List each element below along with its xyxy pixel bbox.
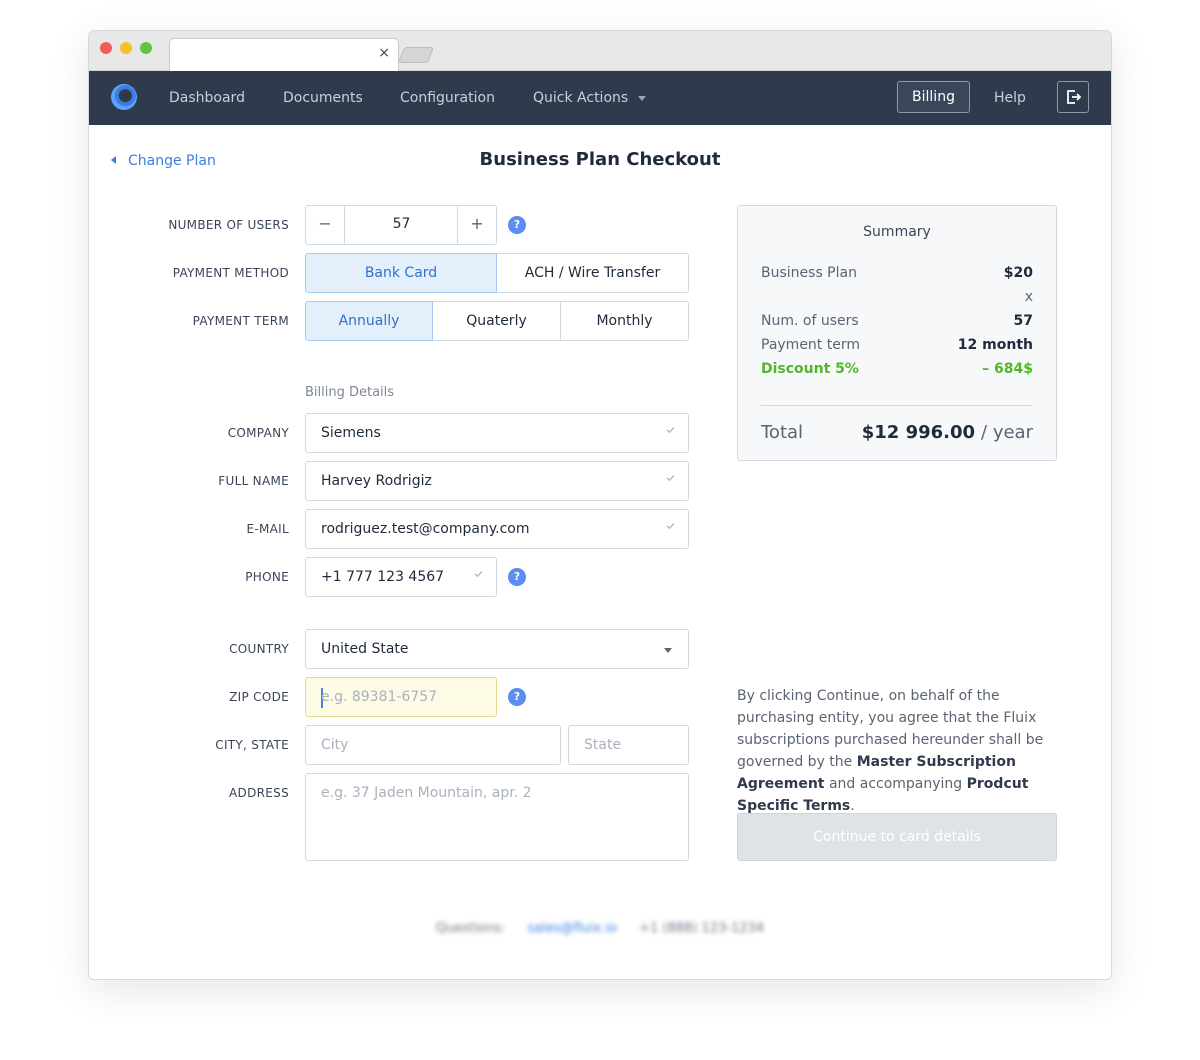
zip-help-icon[interactable]: ?	[508, 688, 526, 706]
users-label: NUMBER OF USERS	[168, 218, 289, 232]
logout-button[interactable]	[1057, 81, 1089, 113]
summary-total-value: $12 996.00	[861, 422, 976, 443]
summary-plan-label: Business Plan	[761, 265, 857, 281]
app-logo-icon[interactable]	[111, 84, 137, 110]
nav-help[interactable]: Help	[994, 71, 1026, 125]
summary-users-value: 57	[1013, 313, 1033, 329]
payment-term-monthly[interactable]: Monthly	[560, 301, 689, 341]
country-select[interactable]: United State	[305, 629, 689, 669]
zip-placeholder: e.g. 89381-6757	[321, 689, 438, 705]
country-value: United State	[321, 641, 409, 657]
summary-plan-value: $20	[1003, 265, 1033, 281]
company-field[interactable]: Siemens	[305, 413, 689, 453]
page-title: Business Plan Checkout	[479, 149, 721, 170]
payment-term-annually[interactable]: Annually	[305, 301, 433, 341]
summary-title: Summary	[863, 224, 931, 240]
country-label: COUNTRY	[229, 642, 289, 656]
zip-input[interactable]: e.g. 89381-6757	[305, 677, 497, 717]
company-value: Siemens	[321, 425, 381, 441]
payment-term-quarterly[interactable]: Quaterly	[432, 301, 561, 341]
zip-label: ZIP CODE	[229, 690, 289, 704]
browser-window: × Dashboard Documents Configuration Quic…	[88, 30, 1112, 980]
billing-details-title: Billing Details	[305, 385, 395, 400]
nav-configuration[interactable]: Configuration	[400, 71, 495, 125]
decrease-users-button[interactable]: −	[306, 206, 345, 244]
nav-quick-actions-label: Quick Actions	[533, 90, 629, 106]
check-icon	[666, 473, 675, 481]
summary-panel: Summary Business Plan $20 x Num. of user…	[737, 205, 1057, 461]
summary-term-value: 12 month	[957, 337, 1033, 353]
city-input[interactable]: City	[305, 725, 561, 765]
summary-total-label: Total	[761, 422, 804, 443]
city-placeholder: City	[321, 737, 349, 753]
summary-users-label: Num. of users	[761, 313, 859, 329]
full-name-field[interactable]: Harvey Rodrigiz	[305, 461, 689, 501]
check-icon	[666, 425, 675, 433]
increase-users-button[interactable]: +	[457, 206, 496, 244]
summary-total: $12 996.00/ year	[862, 422, 1033, 443]
footer-phone: +1 (888) 123-1234	[639, 921, 765, 936]
phone-value: +1 777 123 4567	[321, 569, 445, 585]
footer-email-link[interactable]: sales@fluix.io	[527, 921, 617, 936]
email-label: E-MAIL	[246, 522, 289, 536]
terms-text-3: .	[850, 798, 855, 814]
summary-total-period: / year	[981, 422, 1033, 443]
summary-discount-label: Discount 5%	[761, 361, 859, 377]
footer: Questions: sales@fluix.io +1 (888) 123-1…	[89, 921, 1111, 936]
payment-method-bank-card[interactable]: Bank Card	[305, 253, 497, 293]
top-nav: Dashboard Documents Configuration Quick …	[89, 71, 1111, 125]
email-field[interactable]: rodriguez.test@company.com	[305, 509, 689, 549]
summary-times: x	[1024, 289, 1033, 305]
address-label: ADDRESS	[229, 786, 289, 800]
state-placeholder: State	[584, 737, 622, 753]
summary-term-label: Payment term	[761, 337, 860, 353]
email-value: rodriguez.test@company.com	[321, 521, 530, 537]
full-name-label: FULL NAME	[218, 474, 289, 488]
summary-divider	[761, 405, 1033, 406]
browser-chrome: ×	[89, 31, 1111, 72]
address-textarea[interactable]: e.g. 37 Jaden Mountain, apr. 2	[305, 773, 689, 861]
city-state-label: CITY, STATE	[215, 738, 289, 752]
check-icon	[474, 569, 483, 577]
summary-plan-row: Business Plan $20	[761, 265, 1033, 281]
tab-close-icon[interactable]: ×	[378, 45, 390, 61]
terms-text-2: and accompanying	[824, 776, 967, 792]
new-tab-button[interactable]	[398, 47, 434, 63]
payment-method-label: PAYMENT METHOD	[172, 266, 289, 280]
nav-documents[interactable]: Documents	[283, 71, 363, 125]
payment-method-ach[interactable]: ACH / Wire Transfer	[496, 253, 689, 293]
close-window-dot[interactable]	[100, 42, 112, 54]
phone-help-icon[interactable]: ?	[508, 568, 526, 586]
check-icon	[666, 521, 675, 529]
summary-discount-row: Discount 5% – 684$	[761, 361, 1033, 377]
phone-field[interactable]: +1 777 123 4567	[305, 557, 497, 597]
users-help-icon[interactable]: ?	[508, 216, 526, 234]
nav-billing[interactable]: Billing	[897, 81, 970, 113]
chevron-down-icon	[638, 95, 647, 101]
users-stepper: − 57 +	[305, 205, 497, 245]
state-input[interactable]: State	[568, 725, 689, 765]
users-input[interactable]: 57	[346, 216, 457, 232]
minimize-window-dot[interactable]	[120, 42, 132, 54]
company-label: COMPANY	[227, 426, 289, 440]
address-placeholder: e.g. 37 Jaden Mountain, apr. 2	[321, 785, 532, 801]
terms-text: By clicking Continue, on behalf of the p…	[737, 685, 1067, 817]
summary-users-row: Num. of users 57	[761, 313, 1033, 329]
continue-button[interactable]: Continue to card details	[737, 813, 1057, 861]
payment-term-label: PAYMENT TERM	[192, 314, 289, 328]
logout-icon	[1067, 90, 1082, 104]
phone-label: PHONE	[245, 570, 289, 584]
footer-questions: Questions:	[435, 921, 506, 936]
browser-tab[interactable]: ×	[169, 38, 399, 72]
maximize-window-dot[interactable]	[140, 42, 152, 54]
nav-dashboard[interactable]: Dashboard	[169, 71, 245, 125]
summary-discount-value: – 684$	[982, 361, 1033, 377]
caret-down-icon	[664, 648, 672, 653]
full-name-value: Harvey Rodrigiz	[321, 473, 432, 489]
nav-quick-actions[interactable]: Quick Actions	[533, 71, 647, 125]
summary-term-row: Payment term 12 month	[761, 337, 1033, 353]
